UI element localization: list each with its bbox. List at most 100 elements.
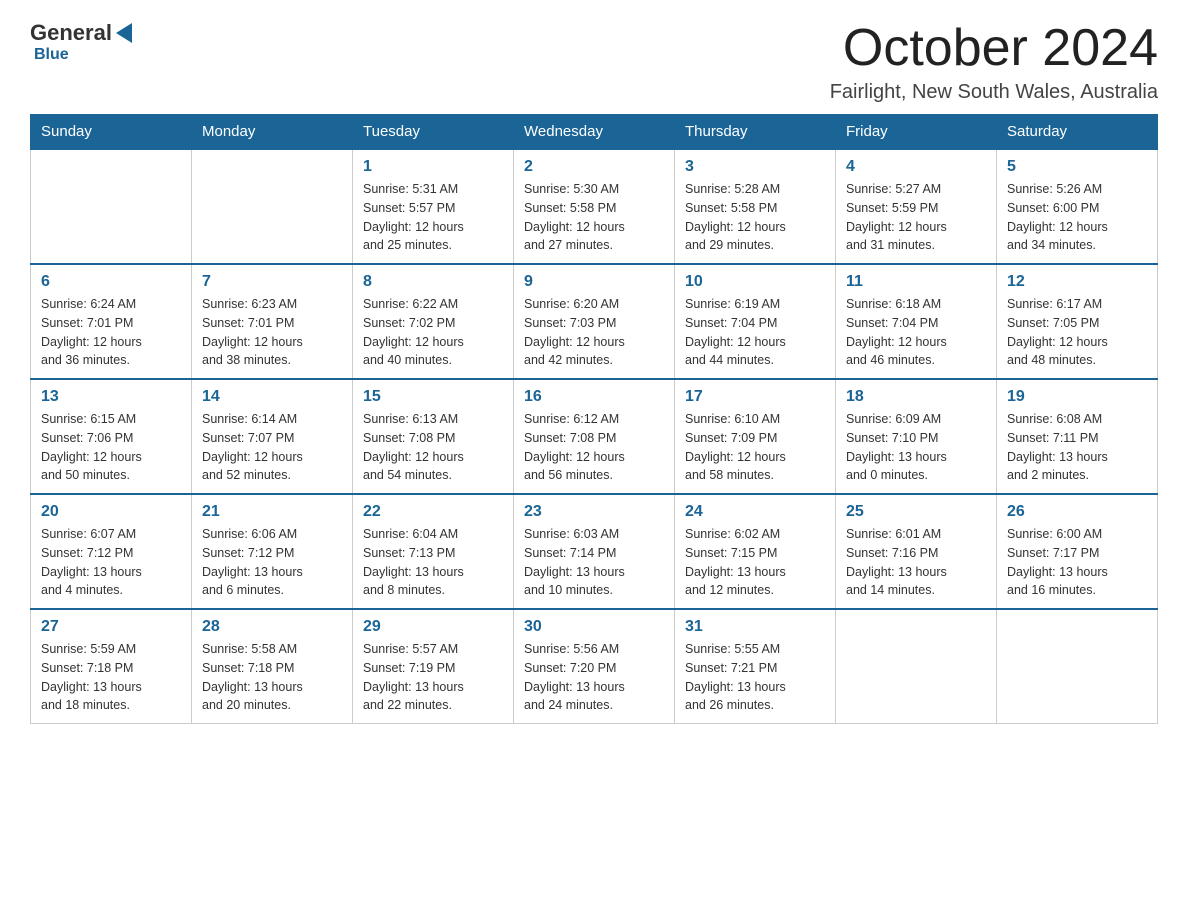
day-info: Sunrise: 6:19 AMSunset: 7:04 PMDaylight:… xyxy=(685,295,825,370)
calendar-cell: 21Sunrise: 6:06 AMSunset: 7:12 PMDayligh… xyxy=(192,494,353,609)
calendar-cell: 11 Sunrise: 6:18 AMSunset: 7:04 PMDayligh… xyxy=(836,264,997,379)
day-number: 25 xyxy=(846,503,986,521)
day-info: Sunrise: 6:14 AMSunset: 7:07 PMDaylight:… xyxy=(202,410,342,485)
calendar-cell: 31 Sunrise: 5:55 AMSunset: 7:21 PMDayligh… xyxy=(675,609,836,724)
calendar-cell: 22 Sunrise: 6:04 AMSunset: 7:13 PMDayligh… xyxy=(353,494,514,609)
calendar-cell: 25 Sunrise: 6:01 AMSunset: 7:16 PMDayligh… xyxy=(836,494,997,609)
logo-triangle-icon xyxy=(116,23,132,43)
day-info: Sunrise: 6:04 AMSunset: 7:13 PMDaylight:… xyxy=(363,525,503,600)
calendar-cell: 14Sunrise: 6:14 AMSunset: 7:07 PMDayligh… xyxy=(192,379,353,494)
day-info: Sunrise: 6:15 AMSunset: 7:06 PMDaylight:… xyxy=(41,410,181,485)
day-info: Sunrise: 5:26 AMSunset: 6:00 PMDaylight:… xyxy=(1007,180,1147,255)
day-number: 6 xyxy=(41,273,181,291)
logo-general-text: General xyxy=(30,20,112,46)
day-info: Sunrise: 6:24 AMSunset: 7:01 PMDaylight:… xyxy=(41,295,181,370)
day-number: 8 xyxy=(363,273,503,291)
calendar-cell: 24Sunrise: 6:02 AMSunset: 7:15 PMDayligh… xyxy=(675,494,836,609)
day-info: Sunrise: 6:17 AMSunset: 7:05 PMDaylight:… xyxy=(1007,295,1147,370)
day-number: 13 xyxy=(41,388,181,406)
day-number: 23 xyxy=(524,503,664,521)
col-thursday: Thursday xyxy=(675,115,836,150)
week-row-4: 20 Sunrise: 6:07 AMSunset: 7:12 PMDayligh… xyxy=(31,494,1158,609)
calendar-cell: 23 Sunrise: 6:03 AMSunset: 7:14 PMDayligh… xyxy=(514,494,675,609)
day-number: 4 xyxy=(846,158,986,176)
calendar-cell: 3Sunrise: 5:28 AMSunset: 5:58 PMDaylight… xyxy=(675,149,836,264)
calendar-cell: 1 Sunrise: 5:31 AMSunset: 5:57 PMDaylight… xyxy=(353,149,514,264)
col-friday: Friday xyxy=(836,115,997,150)
calendar-cell: 4Sunrise: 5:27 AMSunset: 5:59 PMDaylight… xyxy=(836,149,997,264)
day-number: 21 xyxy=(202,503,342,521)
col-wednesday: Wednesday xyxy=(514,115,675,150)
day-info: Sunrise: 6:12 AMSunset: 7:08 PMDaylight:… xyxy=(524,410,664,485)
calendar-cell: 13 Sunrise: 6:15 AMSunset: 7:06 PMDayligh… xyxy=(31,379,192,494)
col-sunday: Sunday xyxy=(31,115,192,150)
calendar-cell: 20 Sunrise: 6:07 AMSunset: 7:12 PMDayligh… xyxy=(31,494,192,609)
day-info: Sunrise: 5:57 AMSunset: 7:19 PMDaylight:… xyxy=(363,640,503,715)
col-monday: Monday xyxy=(192,115,353,150)
logo: General Blue xyxy=(30,20,136,64)
day-info: Sunrise: 6:23 AMSunset: 7:01 PMDaylight:… xyxy=(202,295,342,370)
day-info: Sunrise: 5:56 AMSunset: 7:20 PMDaylight:… xyxy=(524,640,664,715)
day-number: 10 xyxy=(685,273,825,291)
day-info: Sunrise: 6:03 AMSunset: 7:14 PMDaylight:… xyxy=(524,525,664,600)
day-number: 3 xyxy=(685,158,825,176)
day-number: 2 xyxy=(524,158,664,176)
calendar-cell: 27Sunrise: 5:59 AMSunset: 7:18 PMDayligh… xyxy=(31,609,192,724)
day-info: Sunrise: 6:09 AMSunset: 7:10 PMDaylight:… xyxy=(846,410,986,485)
calendar-cell: 28 Sunrise: 5:58 AMSunset: 7:18 PMDayligh… xyxy=(192,609,353,724)
day-info: Sunrise: 6:10 AMSunset: 7:09 PMDaylight:… xyxy=(685,410,825,485)
calendar-cell: 7 Sunrise: 6:23 AMSunset: 7:01 PMDaylight… xyxy=(192,264,353,379)
location-subtitle: Fairlight, New South Wales, Australia xyxy=(830,81,1158,104)
calendar-cell xyxy=(192,149,353,264)
day-number: 1 xyxy=(363,158,503,176)
day-number: 26 xyxy=(1007,503,1147,521)
day-info: Sunrise: 6:07 AMSunset: 7:12 PMDaylight:… xyxy=(41,525,181,600)
day-info: Sunrise: 6:08 AMSunset: 7:11 PMDaylight:… xyxy=(1007,410,1147,485)
day-info: Sunrise: 5:59 AMSunset: 7:18 PMDaylight:… xyxy=(41,640,181,715)
calendar-header-row: Sunday Monday Tuesday Wednesday Thursday… xyxy=(31,115,1158,150)
calendar-cell: 16 Sunrise: 6:12 AMSunset: 7:08 PMDayligh… xyxy=(514,379,675,494)
calendar-cell: 10 Sunrise: 6:19 AMSunset: 7:04 PMDayligh… xyxy=(675,264,836,379)
calendar-cell xyxy=(836,609,997,724)
day-info: Sunrise: 6:13 AMSunset: 7:08 PMDaylight:… xyxy=(363,410,503,485)
week-row-5: 27Sunrise: 5:59 AMSunset: 7:18 PMDayligh… xyxy=(31,609,1158,724)
calendar-cell: 19Sunrise: 6:08 AMSunset: 7:11 PMDayligh… xyxy=(997,379,1158,494)
day-info: Sunrise: 6:22 AMSunset: 7:02 PMDaylight:… xyxy=(363,295,503,370)
calendar-cell: 5 Sunrise: 5:26 AMSunset: 6:00 PMDaylight… xyxy=(997,149,1158,264)
week-row-1: 1 Sunrise: 5:31 AMSunset: 5:57 PMDaylight… xyxy=(31,149,1158,264)
calendar-cell: 6 Sunrise: 6:24 AMSunset: 7:01 PMDaylight… xyxy=(31,264,192,379)
day-info: Sunrise: 5:31 AMSunset: 5:57 PMDaylight:… xyxy=(363,180,503,255)
calendar-cell xyxy=(997,609,1158,724)
week-row-3: 13 Sunrise: 6:15 AMSunset: 7:06 PMDayligh… xyxy=(31,379,1158,494)
col-saturday: Saturday xyxy=(997,115,1158,150)
day-number: 29 xyxy=(363,618,503,636)
week-row-2: 6 Sunrise: 6:24 AMSunset: 7:01 PMDaylight… xyxy=(31,264,1158,379)
calendar-cell: 30Sunrise: 5:56 AMSunset: 7:20 PMDayligh… xyxy=(514,609,675,724)
calendar-cell: 26 Sunrise: 6:00 AMSunset: 7:17 PMDayligh… xyxy=(997,494,1158,609)
calendar-cell: 9 Sunrise: 6:20 AMSunset: 7:03 PMDaylight… xyxy=(514,264,675,379)
day-info: Sunrise: 5:58 AMSunset: 7:18 PMDaylight:… xyxy=(202,640,342,715)
day-number: 11 xyxy=(846,273,986,291)
day-number: 16 xyxy=(524,388,664,406)
day-info: Sunrise: 5:55 AMSunset: 7:21 PMDaylight:… xyxy=(685,640,825,715)
month-title: October 2024 xyxy=(830,20,1158,77)
day-number: 7 xyxy=(202,273,342,291)
page-header: General Blue October 2024 Fairlight, New… xyxy=(30,20,1158,104)
day-info: Sunrise: 6:20 AMSunset: 7:03 PMDaylight:… xyxy=(524,295,664,370)
day-number: 31 xyxy=(685,618,825,636)
col-tuesday: Tuesday xyxy=(353,115,514,150)
day-info: Sunrise: 6:01 AMSunset: 7:16 PMDaylight:… xyxy=(846,525,986,600)
day-number: 5 xyxy=(1007,158,1147,176)
calendar-cell: 8 Sunrise: 6:22 AMSunset: 7:02 PMDaylight… xyxy=(353,264,514,379)
logo-blue-text: Blue xyxy=(34,46,69,63)
day-info: Sunrise: 6:18 AMSunset: 7:04 PMDaylight:… xyxy=(846,295,986,370)
day-info: Sunrise: 6:00 AMSunset: 7:17 PMDaylight:… xyxy=(1007,525,1147,600)
day-number: 28 xyxy=(202,618,342,636)
day-number: 22 xyxy=(363,503,503,521)
calendar-cell: 18Sunrise: 6:09 AMSunset: 7:10 PMDayligh… xyxy=(836,379,997,494)
day-info: Sunrise: 6:02 AMSunset: 7:15 PMDaylight:… xyxy=(685,525,825,600)
calendar-cell: 29 Sunrise: 5:57 AMSunset: 7:19 PMDayligh… xyxy=(353,609,514,724)
day-number: 20 xyxy=(41,503,181,521)
day-info: Sunrise: 5:30 AMSunset: 5:58 PMDaylight:… xyxy=(524,180,664,255)
day-number: 9 xyxy=(524,273,664,291)
